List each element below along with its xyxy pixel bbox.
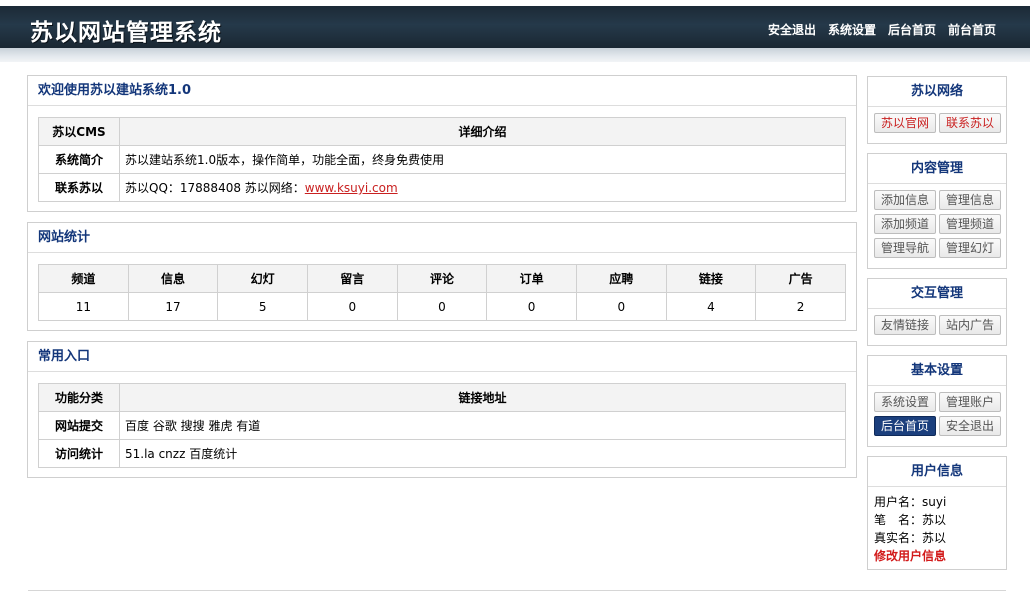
sidebar-interaction-title: 交互管理 <box>868 279 1006 309</box>
site-ads-button[interactable]: 站内广告 <box>939 315 1001 335</box>
manage-channel-button[interactable]: 管理频道 <box>939 214 1001 234</box>
row-value-contact: 苏以QQ：17888408 苏以网络：www.ksuyi.com <box>119 173 846 202</box>
table-row: 联系苏以 苏以QQ：17888408 苏以网络：www.ksuyi.com <box>38 173 846 202</box>
add-channel-button[interactable]: 添加频道 <box>874 214 936 234</box>
table-header-row: 苏以CMS 详细介绍 <box>38 117 846 146</box>
stat-value: 11 <box>38 292 129 321</box>
sidebar-basic: 基本设置 系统设置 管理账户 后台首页 安全退出 <box>867 355 1007 447</box>
logout-link[interactable]: 安全退出 <box>768 21 816 38</box>
table-row: 11 17 5 0 0 0 0 4 2 <box>38 292 846 321</box>
table-header: 详细介绍 <box>119 117 846 146</box>
stat-header: 广告 <box>755 264 846 293</box>
stat-value: 0 <box>396 292 488 321</box>
table-row: 网站提交 百度 谷歌 搜搜 雅虎 有道 <box>38 411 846 440</box>
row-label: 系统简介 <box>38 145 120 174</box>
website-link[interactable]: www.ksuyi.com <box>305 181 398 195</box>
stat-value: 2 <box>755 292 846 321</box>
front-home-link[interactable]: 前台首页 <box>948 21 996 38</box>
table-row: 访问统计 51.la cnzz 百度统计 <box>38 439 846 468</box>
stat-value: 0 <box>575 292 667 321</box>
stat-value: 4 <box>665 292 757 321</box>
username-text: 用户名：suyi <box>874 495 947 509</box>
stat-value: 0 <box>306 292 398 321</box>
table-header: 链接地址 <box>119 383 846 412</box>
sidebar-content: 内容管理 添加信息 管理信息 添加频道 管理频道 管理导航 管理幻灯 <box>867 153 1007 269</box>
manage-info-button[interactable]: 管理信息 <box>939 190 1001 210</box>
stats-title: 网站统计 <box>28 223 856 253</box>
sidebar-basic-buttons: 系统设置 管理账户 后台首页 安全退出 <box>868 386 1006 440</box>
entries-title: 常用入口 <box>28 342 856 372</box>
table-header: 功能分类 <box>38 383 120 412</box>
sidebar-content-buttons: 添加信息 管理信息 添加频道 管理频道 管理导航 管理幻灯 <box>868 184 1006 262</box>
stat-header: 信息 <box>127 264 219 293</box>
row-value: 苏以建站系统1.0版本，操作简单，功能全面，终身免费使用 <box>119 145 846 174</box>
stat-header: 订单 <box>486 264 577 293</box>
sidebar-user: 用户信息 用户名：suyi 笔 名：苏以 真实名：苏以 修改用户信息 <box>867 456 1007 570</box>
footer-divider <box>28 590 1006 591</box>
app-title: 苏以网站管理系统 <box>30 20 222 46</box>
manage-account-button[interactable]: 管理账户 <box>939 392 1001 412</box>
row-label: 访问统计 <box>38 439 120 468</box>
stat-header: 评论 <box>396 264 488 293</box>
realname-text: 真实名：苏以 <box>874 531 947 545</box>
table-header-row: 频道 信息 幻灯 留言 评论 订单 应聘 链接 广告 <box>38 264 846 293</box>
row-label: 联系苏以 <box>38 173 120 202</box>
stats-table: 频道 信息 幻灯 留言 评论 订单 应聘 链接 广告 11 17 5 0 0 0… <box>38 264 846 321</box>
stat-value: 5 <box>217 292 308 321</box>
welcome-table: 苏以CMS 详细介绍 系统简介 苏以建站系统1.0版本，操作简单，功能全面，终身… <box>38 117 846 202</box>
manage-slides-button[interactable]: 管理幻灯 <box>939 238 1001 258</box>
sidebar-network-title: 苏以网络 <box>868 77 1006 107</box>
welcome-title: 欢迎使用苏以建站系统1.0 <box>28 76 856 106</box>
sidebar-content-title: 内容管理 <box>868 154 1006 184</box>
sidebar-user-title: 用户信息 <box>868 457 1006 487</box>
welcome-panel: 欢迎使用苏以建站系统1.0 苏以CMS 详细介绍 系统简介 苏以建站系统1.0版… <box>27 75 857 212</box>
entries-table: 功能分类 链接地址 网站提交 百度 谷歌 搜搜 雅虎 有道 访问统计 51.la… <box>38 383 846 468</box>
sub-bar <box>0 48 1030 62</box>
sidebar-network-buttons: 苏以官网 联系苏以 <box>868 107 1006 137</box>
stat-header: 留言 <box>306 264 398 293</box>
stat-value: 0 <box>486 292 577 321</box>
admin-home-link[interactable]: 后台首页 <box>888 21 936 38</box>
stat-header: 幻灯 <box>217 264 308 293</box>
stat-header: 频道 <box>38 264 129 293</box>
official-site-button[interactable]: 苏以官网 <box>874 113 936 133</box>
settings-link[interactable]: 系统设置 <box>828 21 876 38</box>
stats-panel: 网站统计 频道 信息 幻灯 留言 评论 订单 应聘 链接 广告 11 17 5 … <box>27 222 857 331</box>
stat-header: 应聘 <box>575 264 667 293</box>
stat-header: 链接 <box>665 264 757 293</box>
stat-value: 17 <box>127 292 219 321</box>
add-info-button[interactable]: 添加信息 <box>874 190 936 210</box>
table-header: 苏以CMS <box>38 117 120 146</box>
edit-user-link[interactable]: 修改用户信息 <box>874 547 1000 565</box>
sidebar-interaction: 交互管理 友情链接 站内广告 <box>867 278 1007 346</box>
admin-home-button[interactable]: 后台首页 <box>874 416 936 436</box>
row-value[interactable]: 51.la cnzz 百度统计 <box>119 439 846 468</box>
system-settings-button[interactable]: 系统设置 <box>874 392 936 412</box>
header: 苏以网站管理系统 安全退出 系统设置 后台首页 前台首页 <box>0 6 1030 48</box>
top-nav: 安全退出 系统设置 后台首页 前台首页 <box>768 21 996 38</box>
friend-links-button[interactable]: 友情链接 <box>874 315 936 335</box>
manage-nav-button[interactable]: 管理导航 <box>874 238 936 258</box>
contact-text: 苏以QQ：17888408 苏以网络： <box>125 181 305 195</box>
contact-button[interactable]: 联系苏以 <box>939 113 1001 133</box>
row-value[interactable]: 百度 谷歌 搜搜 雅虎 有道 <box>119 411 846 440</box>
user-info: 用户名：suyi 笔 名：苏以 真实名：苏以 修改用户信息 <box>868 487 1006 573</box>
sidebar-network: 苏以网络 苏以官网 联系苏以 <box>867 76 1007 144</box>
table-row: 系统简介 苏以建站系统1.0版本，操作简单，功能全面，终身免费使用 <box>38 145 846 174</box>
entries-panel: 常用入口 功能分类 链接地址 网站提交 百度 谷歌 搜搜 雅虎 有道 访问统计 … <box>27 341 857 478</box>
sidebar-basic-title: 基本设置 <box>868 356 1006 386</box>
logout-button[interactable]: 安全退出 <box>939 416 1001 436</box>
row-label: 网站提交 <box>38 411 120 440</box>
sidebar-interaction-buttons: 友情链接 站内广告 <box>868 309 1006 339</box>
table-header-row: 功能分类 链接地址 <box>38 383 846 412</box>
nickname-text: 笔 名：苏以 <box>874 513 947 527</box>
